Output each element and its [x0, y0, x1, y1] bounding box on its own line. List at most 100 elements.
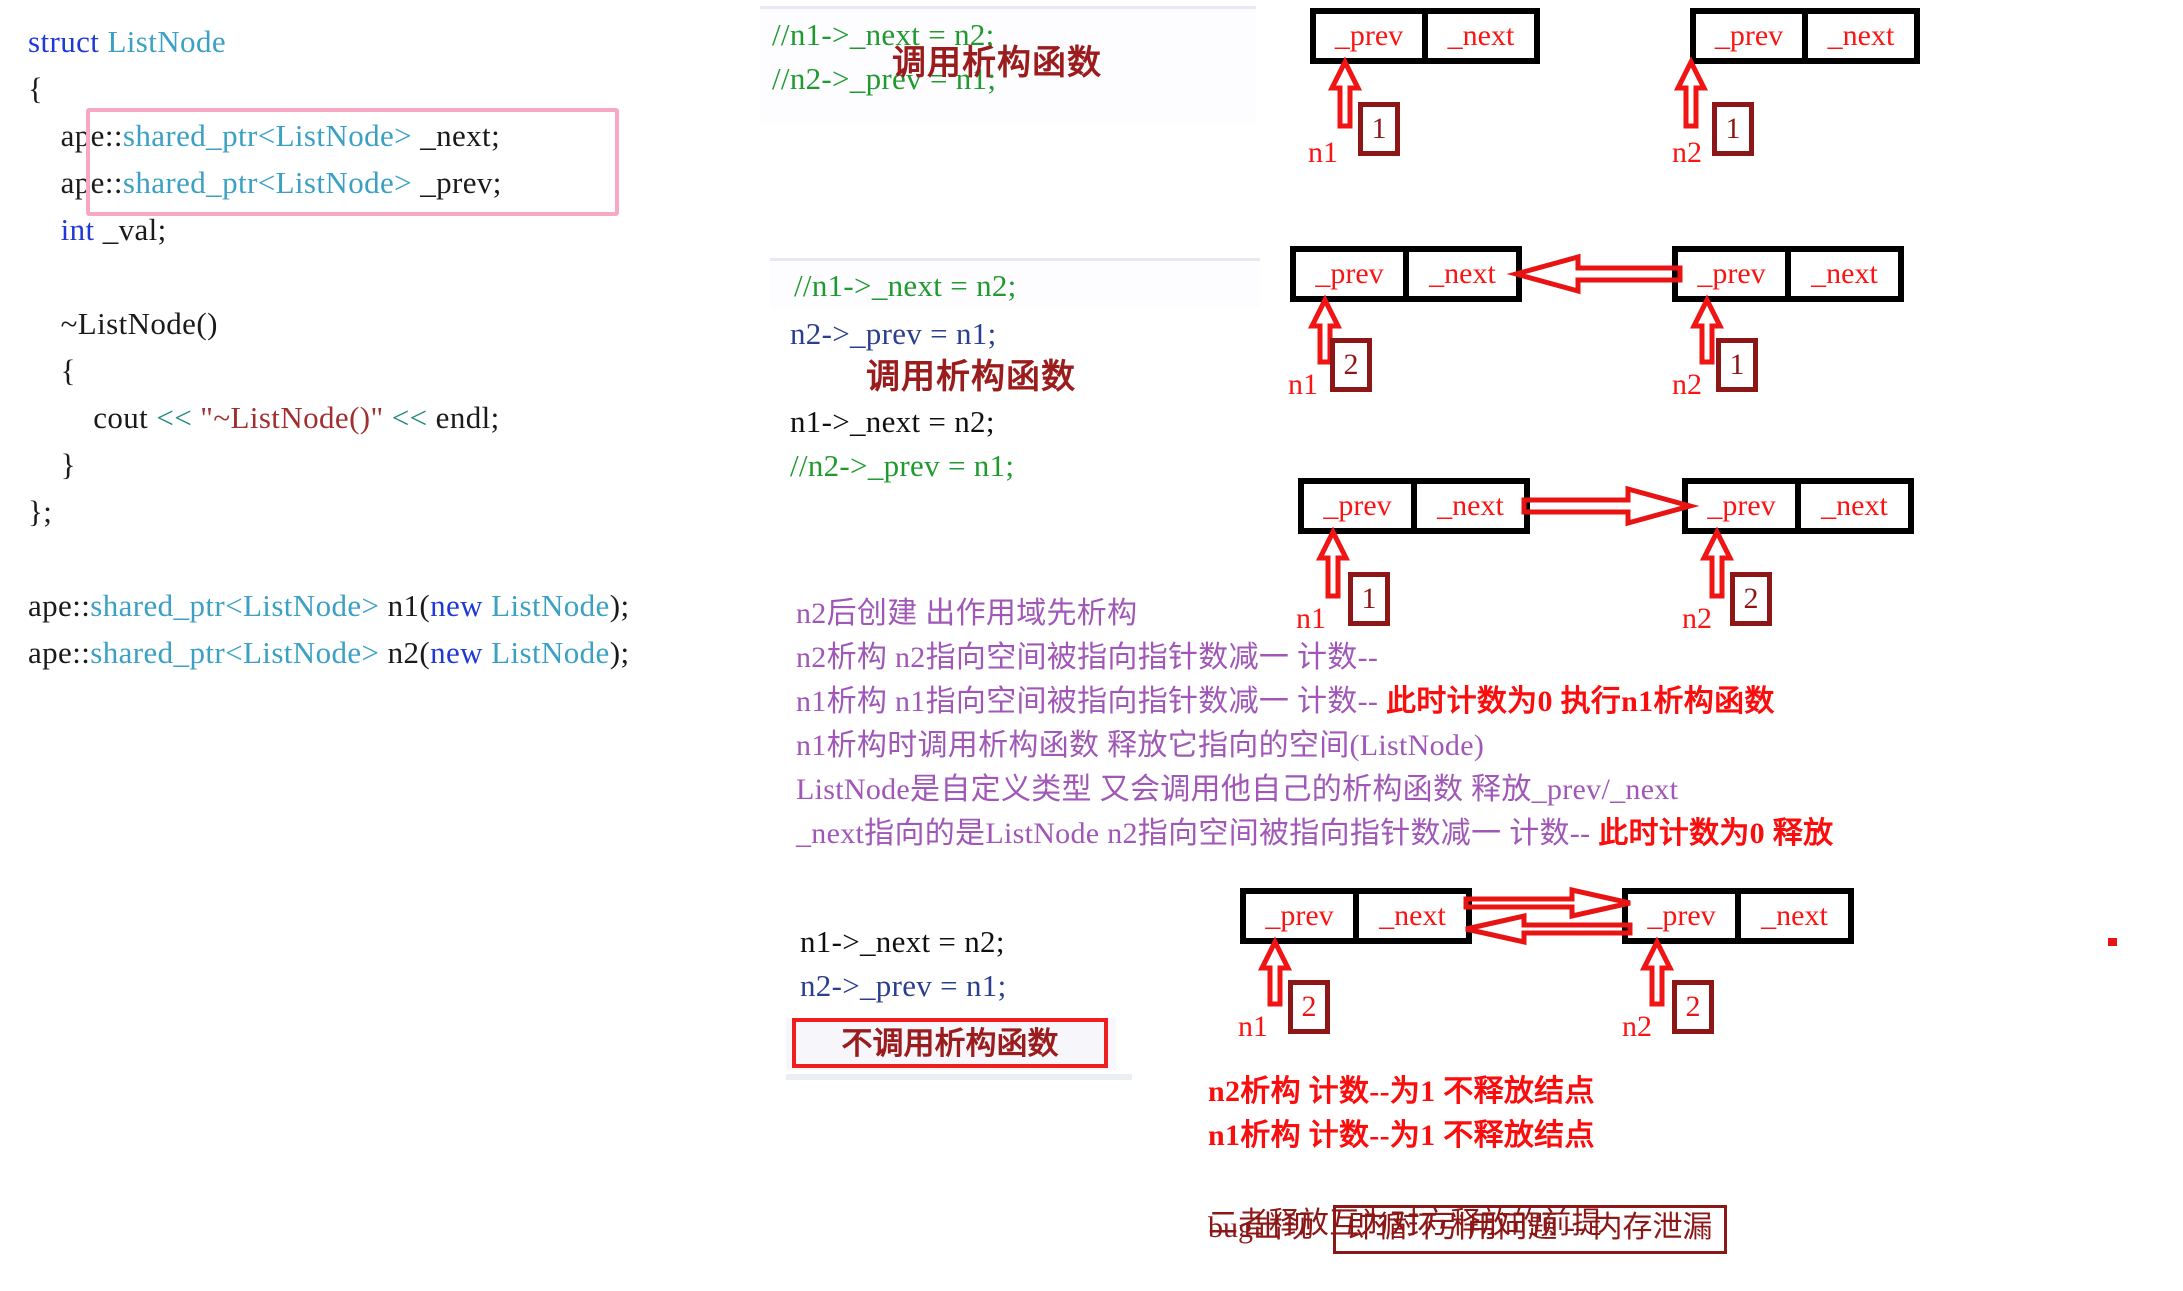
code-token: n2( — [379, 635, 431, 670]
code-token: ); — [609, 635, 630, 670]
purple-note-line: n2析构 n2指向空间被指向指针数减一 计数-- — [796, 636, 2176, 680]
code-line: ~ListNode() — [28, 300, 748, 347]
node-cell-prev: _prev — [1628, 894, 1741, 938]
refcount-box: 1 — [1716, 338, 1758, 392]
pointer-name-right: n2 — [1622, 1010, 1652, 1043]
snippet2-line: //n1->_next = n2; — [794, 268, 1017, 303]
purple-note-line: _next指向的是ListNode n2指向空间被指向指针数减一 计数-- 此时… — [796, 812, 2176, 856]
refcount-box: 2 — [1730, 572, 1772, 626]
snippet-partial-top: //n1->_next = n2; — [770, 258, 1260, 308]
purple-note-text: n1析构 n1指向空间被指向指针数减一 计数-- — [796, 685, 1386, 718]
snippet-both-active: n1->_next = n2; n2->_prev = n1; — [800, 920, 1270, 1008]
red-note-line: n2析构 计数--为1 不释放结点 — [1208, 1075, 1595, 1108]
pointer-name-left: n1 — [1288, 368, 1318, 401]
list-node-right: _prev _next — [1622, 888, 1854, 944]
node-cell-next: _next — [1379, 899, 1446, 932]
list-node-right: _prev _next — [1682, 478, 1914, 534]
node-cell-prev: _prev — [1304, 484, 1417, 528]
pointer-link-arrow-left — [1506, 253, 1683, 295]
node-cell-next: _next — [1429, 257, 1496, 290]
node-cell-prev: _prev — [1696, 14, 1808, 58]
refcount-box: 1 — [1358, 102, 1400, 156]
code-token: ListNode — [107, 24, 227, 59]
refcount-box: 1 — [1348, 572, 1390, 626]
pointer-name-left: n1 — [1308, 136, 1338, 169]
code-token: ListNode — [491, 635, 610, 670]
purple-note-text: ListNode是自定义类型 又会调用他自己的析构函数 释放_prev/_nex… — [796, 773, 1679, 806]
code-token: }; — [28, 494, 53, 529]
purple-note-text: _next指向的是ListNode n2指向空间被指向指针数减一 计数-- — [796, 817, 1599, 850]
purple-note-text: n1析构时调用析构函数 释放它指向的空间(ListNode) — [796, 729, 1485, 762]
code-token: << — [156, 400, 193, 435]
list-node-left: _prev _next — [1240, 888, 1472, 944]
pointer-name-right: n2 — [1672, 136, 1702, 169]
purple-note-line: n1析构 n1指向空间被指向指针数减一 计数-- 此时计数为0 执行n1析构函数 — [796, 680, 2176, 724]
code-token: ape:: — [28, 635, 91, 670]
snippet2-top-lines: //n1->_next = n2; — [770, 261, 1260, 308]
snippet2-line: //n2->_prev = n1; — [790, 448, 1015, 483]
bug-prefix: bug出现 — [1208, 1211, 1313, 1244]
code-line: { — [28, 347, 748, 394]
pointer-name-right: n2 — [1682, 602, 1712, 635]
code-token: new — [430, 588, 483, 623]
refcount-box: 1 — [1712, 102, 1754, 156]
pointer-link-arrow-right — [1463, 886, 1631, 920]
list-node-left: _prev _next — [1310, 8, 1540, 64]
refcount-box: 2 — [1288, 980, 1330, 1034]
code-line: struct ListNode — [28, 18, 748, 65]
pointer-link-arrow-left — [1465, 912, 1633, 946]
bug-boxed-text: 即循环引用问题 -- 内存泄漏 — [1332, 1205, 1728, 1254]
purple-note-text: n2析构 n2指向空间被指向指针数减一 计数-- — [796, 641, 1379, 674]
node-cell-next: _next — [1447, 19, 1515, 52]
code-token: } — [28, 447, 76, 482]
member-highlight-box — [86, 108, 619, 216]
pointer-link-arrow-right — [1521, 485, 1700, 527]
code-line: } — [28, 441, 748, 488]
code-token: endl; — [427, 400, 500, 435]
code-line: ape::shared_ptr<ListNode> n2(new ListNod… — [28, 629, 748, 676]
code-token: ); — [609, 588, 630, 623]
code-token: ListNode — [491, 588, 610, 623]
purple-note-line: n1析构时调用析构函数 释放它指向的空间(ListNode) — [796, 724, 2176, 768]
red-note-line: n1析构 计数--为1 不释放结点 — [1208, 1119, 1595, 1152]
purple-note-highlight: 此时计数为0 释放 — [1598, 817, 1834, 850]
purple-note-highlight: 此时计数为0 执行n1析构函数 — [1385, 685, 1775, 718]
pointer-up-arrow — [1673, 56, 1709, 129]
refcount-box: 2 — [1672, 980, 1714, 1034]
node-cell-next: _next — [1437, 489, 1504, 522]
list-node-right: _prev _next — [1690, 8, 1920, 64]
list-node-left: _prev _next — [1290, 246, 1522, 302]
node-cell-prev: _prev — [1688, 484, 1801, 528]
purple-note-line: ListNode是自定义类型 又会调用他自己的析构函数 释放_prev/_nex… — [796, 768, 2176, 812]
pointer-name-right: n2 — [1672, 368, 1702, 401]
stray-dot-mark — [2108, 938, 2117, 946]
code-line: cout << "~ListNode()" << endl; — [28, 394, 748, 441]
code-line: { — [28, 65, 748, 112]
code-token: shared_ptr<ListNode> — [90, 588, 380, 623]
pointer-name-left: n1 — [1296, 602, 1326, 635]
pointer-name-left: n1 — [1238, 1010, 1268, 1043]
snippet3-line: n2->_prev = n1; — [800, 968, 1007, 1003]
snippet3-bottom-rule — [786, 1074, 1132, 1080]
list-node-left: _prev _next — [1298, 478, 1530, 534]
node-cell-prev: _prev — [1296, 252, 1409, 296]
no-destruct-label: 不调用析构函数 — [841, 1026, 1059, 1062]
code-token: ape:: — [28, 588, 91, 623]
code-token: n1( — [379, 588, 431, 623]
snippet2-line: n2->_prev = n1; — [790, 316, 997, 351]
code-token: { — [28, 353, 76, 388]
code-line: ape::shared_ptr<ListNode> n1(new ListNod… — [28, 582, 748, 629]
code-token: new — [430, 635, 483, 670]
purple-note-text: n2后创建 出作用域先析构 — [796, 597, 1138, 630]
code-token: "~ListNode()" — [200, 400, 384, 435]
purple-note-line: n2后创建 出作用域先析构 — [796, 592, 2176, 636]
snippet2-line: n1->_next = n2; — [790, 404, 995, 439]
bug-line: bug出现 即循环引用问题 -- 内存泄漏 — [1208, 1202, 1728, 1254]
code-token: cout — [28, 400, 157, 435]
no-destruct-box: 不调用析构函数 — [792, 1018, 1108, 1068]
